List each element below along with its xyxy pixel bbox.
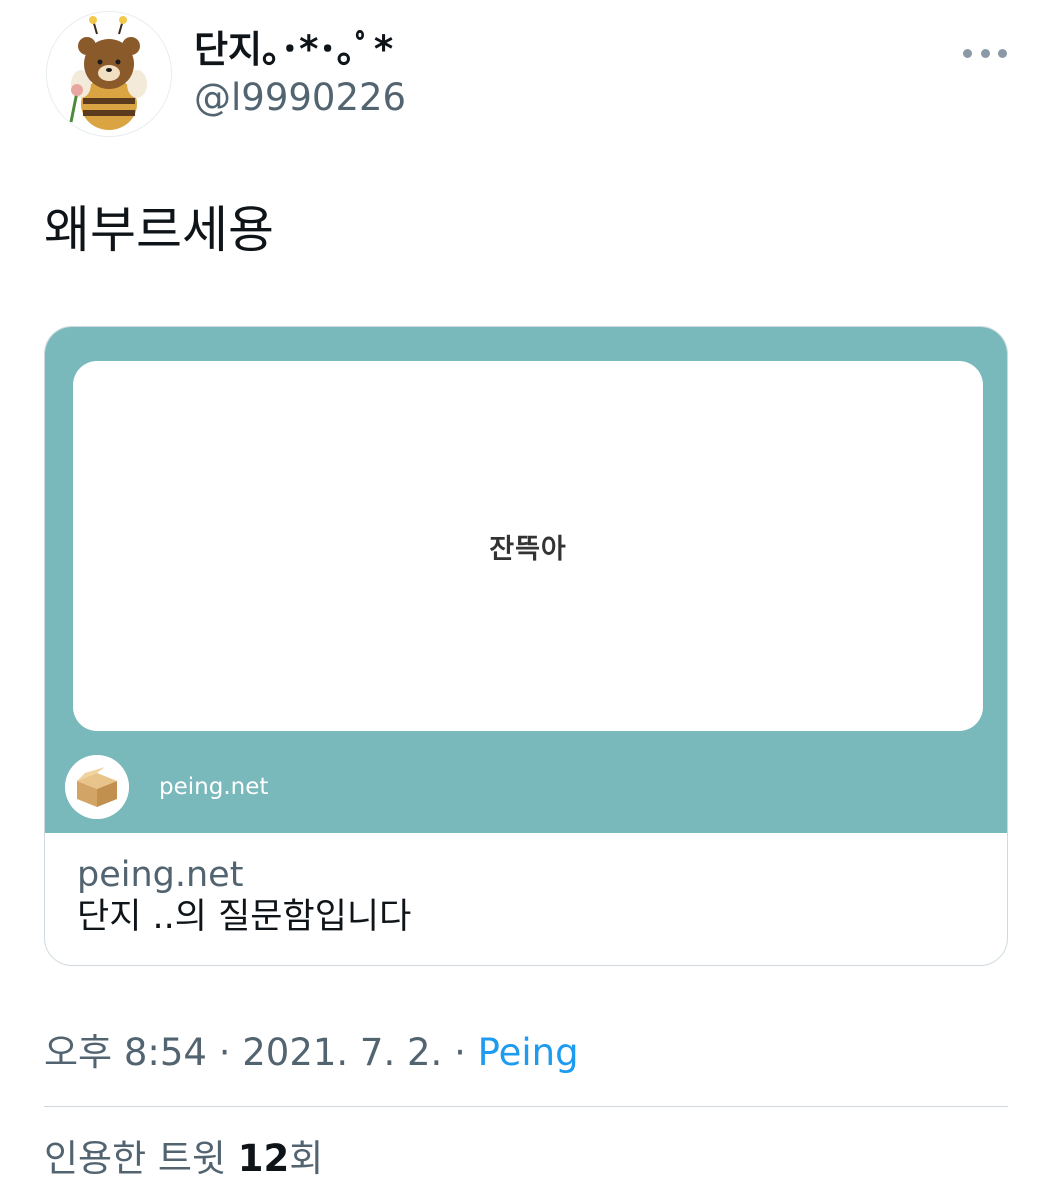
card-domain: peing.net xyxy=(77,855,244,895)
divider xyxy=(44,1106,1008,1107)
author-avatar[interactable] xyxy=(46,11,172,137)
quote-count: 12 xyxy=(237,1137,290,1180)
more-dots-icon xyxy=(963,48,972,58)
more-dots-icon xyxy=(980,48,990,58)
tweet-text: 왜부르세용 xyxy=(44,201,274,259)
card-image[interactable]: 잔뜩아 peing.net xyxy=(45,327,1007,833)
card-meta: peing.net 단지 ..의 질문함입니다 xyxy=(77,855,977,939)
more-options-button[interactable] xyxy=(960,36,1010,70)
cardboard-box-icon xyxy=(65,755,129,819)
timestamp-row: 오후 8:54 · 2021. 7. 2. · Peing xyxy=(44,1030,579,1076)
card-title: 단지 ..의 질문함입니다 xyxy=(77,897,412,937)
tweet-time[interactable]: 오후 8:54 xyxy=(44,1031,207,1074)
link-card[interactable]: 잔뜩아 peing.net peing.net 단지 ..의 질문함입니다 xyxy=(44,326,1008,966)
separator: · xyxy=(218,1031,231,1074)
quote-label: 인용한 트윗 xyxy=(44,1137,226,1180)
bear-plush-avatar-icon xyxy=(47,12,171,136)
question-box: 잔뜩아 xyxy=(73,361,983,731)
author-handle[interactable]: @l9990226 xyxy=(194,76,406,120)
more-dots-icon xyxy=(998,48,1007,58)
tweet-source-link[interactable]: Peing xyxy=(478,1031,579,1074)
quote-suffix: 회 xyxy=(289,1137,324,1180)
author-display-name[interactable]: 단지｡･*･｡ﾟ* xyxy=(194,28,393,72)
separator: · xyxy=(454,1031,466,1074)
tweet-date[interactable]: 2021. 7. 2. xyxy=(242,1031,442,1074)
question-text: 잔뜩아 xyxy=(489,533,567,565)
card-brand-label: peing.net xyxy=(159,774,269,800)
quote-tweets-link[interactable]: 인용한 트윗 12회 xyxy=(44,1136,323,1182)
